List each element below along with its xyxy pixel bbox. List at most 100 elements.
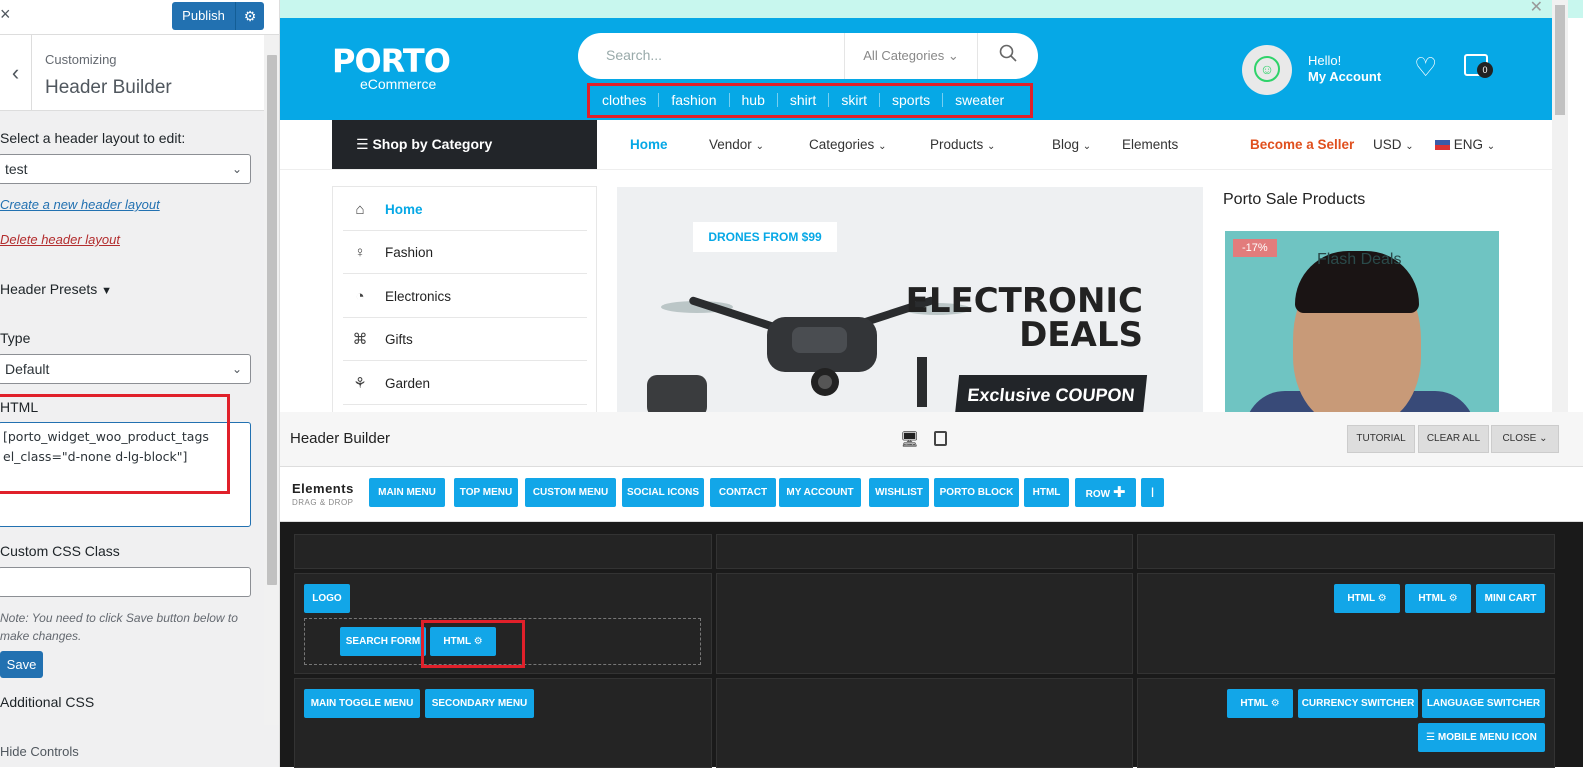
html-textarea[interactable]: [porto_widget_woo_product_tags el_class=… [0, 422, 251, 527]
desktop-view-icon[interactable]: 🖥 [900, 430, 919, 448]
type-select[interactable]: Default ⌄ [0, 354, 251, 384]
language-label: ENG [1453, 137, 1484, 152]
element-row[interactable]: ROW ✚ [1075, 478, 1136, 507]
list-item[interactable]: ⚘ Garden [343, 362, 587, 405]
layout-select[interactable]: test ⌄ [0, 154, 251, 184]
list-item[interactable]: ♀ Fashion [343, 231, 587, 274]
nav-categories[interactable]: Categories ⌄ [809, 137, 886, 152]
tag-link[interactable]: sweater [942, 93, 1016, 107]
element-my-account[interactable]: MY ACCOUNT [779, 478, 861, 507]
search-icon[interactable] [978, 33, 1038, 79]
css-class-input[interactable] [0, 567, 251, 597]
header-builder-panel: Header Builder 🖥 TUTORIAL CLEAR ALL CLOS… [280, 412, 1583, 768]
list-item-label: Gifts [385, 331, 413, 347]
account-avatar[interactable]: ☺ [1242, 45, 1292, 95]
element-contact[interactable]: CONTACT [710, 478, 776, 507]
block-logo[interactable]: LOGO [304, 584, 350, 613]
hide-controls-button[interactable]: Hide Controls [0, 744, 79, 759]
list-item-label: Fashion [385, 244, 434, 260]
block-secondary-menu[interactable]: SECONDARY MENU [425, 689, 534, 718]
search-category-select[interactable]: All Categories ⌄ [844, 33, 978, 79]
nav-products[interactable]: Products ⌄ [930, 137, 995, 152]
block-main-toggle-menu[interactable]: MAIN TOGGLE MENU [304, 689, 420, 718]
publish-button[interactable]: Publish ⚙ [172, 2, 264, 30]
language-switcher[interactable]: ENG ⌄ [1435, 137, 1495, 152]
mobile-view-icon[interactable] [934, 431, 947, 446]
create-layout-link[interactable]: Create a new header layout [0, 197, 160, 212]
element-divider[interactable]: | [1141, 478, 1164, 507]
shop-by-category-toggle[interactable]: ☰ Shop by Category [332, 120, 597, 169]
builder-cell-bottom-right[interactable]: HTML ⚙ CURRENCY SWITCHER LANGUAGE SWITCH… [1137, 678, 1555, 768]
block-mobile-menu-icon[interactable]: ☰ MOBILE MENU ICON [1418, 723, 1545, 752]
tag-link[interactable]: hub [728, 93, 777, 107]
element-custom-menu[interactable]: CUSTOM MENU [525, 478, 616, 507]
customizer-scrollbar[interactable] [264, 35, 279, 725]
nav-elements[interactable]: Elements [1122, 137, 1178, 152]
header-presets-toggle[interactable]: Header Presets ▼ [0, 281, 112, 297]
tag-link[interactable]: skirt [828, 93, 879, 107]
delete-layout-link[interactable]: Delete header layout [0, 232, 120, 247]
tag-link[interactable]: shirt [776, 93, 828, 107]
block-language-switcher[interactable]: LANGUAGE SWITCHER [1422, 689, 1545, 718]
become-seller-link[interactable]: Become a Seller [1250, 137, 1354, 152]
builder-cell-top-right[interactable] [1137, 534, 1555, 569]
builder-cell-bottom-left[interactable]: MAIN TOGGLE MENU SECONDARY MENU [294, 678, 712, 768]
tag-link[interactable]: fashion [658, 93, 728, 107]
product-tags-bar: clothes fashion hub shirt skirt sports s… [590, 84, 1032, 116]
clear-all-button[interactable]: CLEAR ALL [1418, 425, 1489, 453]
block-html[interactable]: HTML ⚙ [1405, 584, 1471, 613]
builder-cell-top-left[interactable] [294, 534, 712, 569]
element-html[interactable]: HTML [1024, 478, 1069, 507]
site-logo[interactable]: PORTO [332, 42, 451, 80]
hero-banner[interactable]: DRONES FROM $99 ELECTRONIC DEALS Exclusi… [617, 187, 1203, 412]
block-html[interactable]: HTML ⚙ [1227, 689, 1293, 718]
builder-cell-main-center[interactable] [716, 573, 1133, 674]
notice-bar: ✕ [280, 0, 1583, 18]
close-icon[interactable]: × [0, 4, 20, 25]
list-item-label: Electronics [385, 288, 452, 304]
back-chevron-icon[interactable]: ‹ [0, 35, 32, 111]
block-html[interactable]: HTML ⚙ [430, 627, 496, 656]
tag-link[interactable]: sports [879, 93, 942, 107]
nav-vendor[interactable]: Vendor ⌄ [709, 137, 764, 152]
element-porto-block[interactable]: PORTO BLOCK [934, 478, 1019, 507]
customizer-section-header: ‹ Customizing Header Builder [0, 35, 264, 111]
block-mini-cart[interactable]: MINI CART [1476, 584, 1545, 613]
builder-cell-main-left[interactable]: LOGO SEARCH FORM HTML ⚙ [294, 573, 712, 674]
publish-label[interactable]: Publish [172, 2, 236, 30]
additional-css-label[interactable]: Additional CSS [0, 694, 94, 710]
block-search-form[interactable]: SEARCH FORM [340, 627, 426, 656]
element-top-menu[interactable]: TOP MENU [454, 478, 518, 507]
nav-home[interactable]: Home [630, 137, 668, 152]
builder-cell-top-center[interactable] [716, 534, 1133, 569]
gear-icon[interactable]: ⚙ [236, 8, 264, 25]
save-button[interactable]: Save [0, 651, 43, 678]
list-item[interactable]: ⌂ Home [343, 188, 587, 231]
element-wishlist[interactable]: WISHLIST [869, 478, 929, 507]
nav-blog[interactable]: Blog ⌄ [1052, 137, 1091, 152]
builder-dropzone[interactable]: SEARCH FORM HTML ⚙ [304, 618, 701, 668]
builder-toolbar: Header Builder 🖥 TUTORIAL CLEAR ALL CLOS… [280, 412, 1583, 467]
block-currency-switcher[interactable]: CURRENCY SWITCHER [1298, 689, 1418, 718]
tag-link[interactable]: clothes [598, 93, 658, 107]
close-builder-button[interactable]: CLOSE ⌄ [1491, 425, 1559, 453]
list-item[interactable]: ◔ Electronics [343, 275, 587, 318]
site-header: PORTO eCommerce Search... All Categories… [280, 18, 1552, 120]
preview-scrollbar[interactable] [1552, 0, 1568, 412]
block-html[interactable]: HTML ⚙ [1334, 584, 1400, 613]
html-label: HTML [0, 399, 39, 415]
sale-product-image[interactable]: -17% Flash Deals [1225, 231, 1499, 412]
element-social-icons[interactable]: SOCIAL ICONS [622, 478, 704, 507]
search-input[interactable]: Search... [606, 47, 662, 63]
element-main-menu[interactable]: MAIN MENU [369, 478, 445, 507]
scrollbar-thumb[interactable] [1555, 5, 1565, 115]
my-account-link[interactable]: My Account [1308, 69, 1381, 84]
scrollbar-thumb[interactable] [267, 55, 277, 585]
wishlist-heart-icon[interactable]: ♡ [1414, 52, 1437, 83]
tutorial-button[interactable]: TUTORIAL [1347, 425, 1415, 453]
list-item[interactable]: ⌘ Gifts [343, 318, 587, 361]
builder-cell-main-right[interactable]: HTML ⚙ HTML ⚙ MINI CART [1137, 573, 1555, 674]
builder-cell-bottom-center[interactable] [716, 678, 1133, 768]
currency-switcher[interactable]: USD ⌄ [1373, 137, 1414, 152]
close-icon[interactable]: ✕ [1530, 0, 1543, 17]
